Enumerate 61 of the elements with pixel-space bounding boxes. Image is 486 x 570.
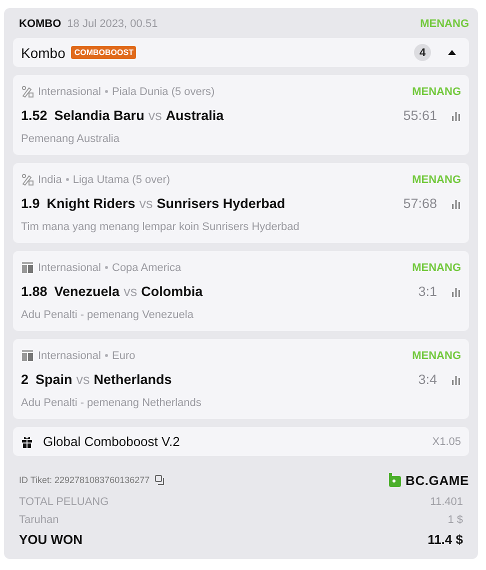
- country-name: Internasional: [38, 350, 101, 362]
- country-name: Internasional: [38, 86, 101, 98]
- away-team: Sunrisers Hyderbad: [156, 196, 286, 211]
- home-team: Knight Riders: [46, 196, 136, 211]
- league-name: Liga Utama (5 over): [72, 174, 170, 186]
- stats-icon[interactable]: [451, 198, 461, 208]
- copy-icon[interactable]: [154, 475, 165, 485]
- summary-label: YOU WON: [19, 532, 83, 547]
- home-team: Venezuela: [54, 284, 120, 299]
- caret-icon[interactable]: [447, 48, 457, 58]
- selection-status: MENANG: [412, 174, 461, 186]
- comboboost-badge: COMBOBOOST: [71, 46, 136, 59]
- league-name: Euro: [112, 350, 136, 362]
- combo-title: Kombo: [21, 44, 66, 60]
- summary-label: Taruhan: [19, 514, 59, 526]
- away-team: Colombia: [141, 284, 203, 299]
- summary-value: 11.401: [430, 496, 463, 508]
- market-selection: Adu Penalti - pemenang Venezuela: [21, 309, 194, 321]
- home-team: Spain: [36, 372, 72, 387]
- gift-icon: [21, 436, 33, 448]
- market-selection: Pemenang Australia: [21, 133, 120, 145]
- league-name: Piala Dunia (5 overs): [112, 86, 215, 98]
- bet-status: MENANG: [420, 18, 469, 30]
- selection-status: MENANG: [412, 86, 461, 98]
- match-score: 57:68: [403, 196, 437, 211]
- odds-value: 1.52: [21, 108, 48, 123]
- summary-value: 11.4 $: [428, 532, 463, 547]
- market-selection: Adu Penalti - pemenang Netherlands: [21, 397, 202, 409]
- summary-label: TOTAL PELUANG: [19, 496, 109, 508]
- boost-multiplier: X1.05: [432, 436, 461, 448]
- home-team: Selandia Baru: [54, 108, 144, 123]
- market-selection: Tim mana yang menang lempar koin Sunrisers Hyderbad: [21, 221, 300, 233]
- bet-date: 18 Jul 2023, 00.51: [67, 18, 158, 30]
- away-team: Netherlands: [94, 372, 172, 387]
- vs-label: vs: [148, 108, 162, 123]
- odds-value: 2: [21, 372, 29, 387]
- country-name: India: [38, 174, 62, 186]
- brand-name: BC.GAME: [406, 472, 469, 488]
- match-score: 55:61: [403, 108, 437, 123]
- league-name: Copa America: [112, 262, 182, 274]
- selection-count: 4: [414, 44, 431, 61]
- odds-value: 1.88: [21, 284, 48, 299]
- selection-status: MENANG: [412, 262, 461, 274]
- vs-label: vs: [76, 372, 90, 387]
- country-name: Internasional: [38, 262, 101, 274]
- combo-header[interactable]: Kombo COMBOBOOST 4: [13, 38, 469, 67]
- ticket-id: ID Tiket: 2292781083760136277: [19, 475, 150, 485]
- stats-icon[interactable]: [451, 374, 461, 384]
- stats-icon[interactable]: [451, 286, 461, 296]
- match-score: 3:4: [418, 372, 437, 387]
- vs-label: vs: [139, 196, 153, 211]
- vs-label: vs: [124, 284, 138, 299]
- stats-icon[interactable]: [451, 110, 461, 120]
- match-score: 3:1: [418, 284, 437, 299]
- away-team: Australia: [166, 108, 224, 123]
- logo-icon: [388, 472, 402, 488]
- bet-type: KOMBO: [19, 18, 62, 30]
- summary-value: 1 $: [448, 514, 463, 526]
- boost-label: Global Comboboost V.2: [43, 434, 180, 449]
- odds-value: 1.9: [21, 196, 40, 211]
- selection-status: MENANG: [412, 350, 461, 362]
